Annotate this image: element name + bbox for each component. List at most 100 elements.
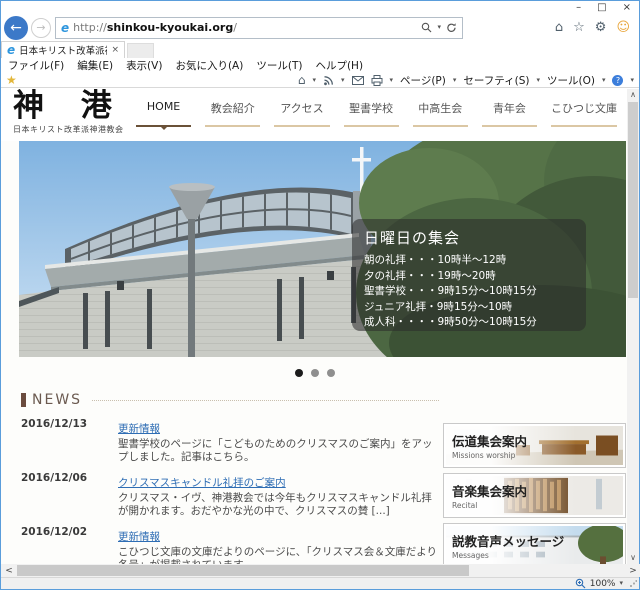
carousel-dot-3[interactable]: [327, 369, 335, 377]
scroll-down-icon[interactable]: ∨: [630, 552, 636, 564]
tools-dropdown-icon: ▾: [602, 77, 606, 84]
news-date: 2016/12/13: [21, 417, 118, 464]
feeds-icon[interactable]: [323, 75, 334, 86]
banner-title: 音楽集会案内: [452, 481, 576, 500]
tab-title: 日本キリスト改革派神港教会: [19, 43, 107, 57]
favorites-star-icon[interactable]: ☆: [573, 20, 585, 35]
banner-missions-worship[interactable]: 伝道集会案内 Missions worship: [443, 423, 626, 468]
minimize-icon[interactable]: –: [576, 1, 581, 14]
news-item: 2016/12/02 更新情報 こひつじ文庫の文庫だよりのページに、「クリスマス…: [21, 525, 439, 564]
site-header: 神 港 日本キリスト改革派神港教会 HOME 教会紹介 アクセス 聖書学校 中高…: [1, 89, 628, 141]
home-dropdown-icon[interactable]: ▾: [312, 77, 316, 84]
title-bar: – □ ×: [1, 1, 639, 14]
nav-bible-school[interactable]: 聖書学校: [344, 100, 399, 127]
scroll-right-icon[interactable]: >: [625, 566, 640, 576]
forward-button[interactable]: →: [31, 18, 51, 38]
horizontal-scroll-thumb[interactable]: [17, 565, 469, 576]
gear-icon[interactable]: ⚙: [595, 20, 607, 35]
safety-dropdown-icon: ▾: [536, 77, 540, 84]
banner-subtitle: Missions worship: [452, 451, 576, 460]
news-date: 2016/12/06: [21, 471, 118, 518]
banner-music-recital[interactable]: 音楽集会案内 Recital: [443, 473, 626, 518]
news-link[interactable]: 更新情報: [118, 531, 160, 543]
horizontal-scrollbar[interactable]: < >: [1, 564, 640, 577]
banner-sermon-audio[interactable]: 説教音声メッセージ Messages: [443, 523, 626, 564]
search-dropdown-icon[interactable]: ▾: [437, 24, 441, 31]
tab-favicon-icon: e: [7, 43, 15, 57]
news-link[interactable]: 更新情報: [118, 423, 160, 435]
new-tab-button[interactable]: [127, 43, 154, 58]
zoom-level[interactable]: 100%: [590, 579, 616, 589]
close-icon[interactable]: ×: [623, 1, 631, 14]
nav-access[interactable]: アクセス: [274, 100, 329, 127]
maximize-icon[interactable]: □: [597, 1, 606, 14]
menu-tools[interactable]: ツール(T): [256, 58, 302, 73]
carousel-dot-2[interactable]: [311, 369, 319, 377]
tab-row: e 日本キリスト改革派神港教会 ×: [1, 41, 639, 58]
zoom-dropdown-icon[interactable]: ▾: [619, 580, 623, 587]
feedback-smiley-icon[interactable]: ☺: [616, 20, 630, 35]
site-logo: 神 港: [13, 90, 125, 123]
add-favorite-star-icon[interactable]: ★: [6, 74, 17, 86]
site-logo-subtitle: 日本キリスト改革派神港教会: [13, 124, 125, 135]
help-dropdown-icon: ▾: [630, 77, 634, 84]
command-bar: ★ ⌂ ▾ ▾ ▾ ページ(P) ▾ セーフティ(S) ▾ ツール(O) ▾ ? ▾: [1, 73, 639, 88]
service-time-evening: 夕の礼拝・・・19時～20時: [364, 269, 574, 285]
site-nav: HOME 教会紹介 アクセス 聖書学校 中高生会 青年会 こひつじ文庫: [129, 100, 624, 127]
vertical-scroll-thumb[interactable]: [628, 102, 638, 298]
carousel-dots: [1, 369, 628, 377]
nav-youth-jhs[interactable]: 中高生会: [413, 100, 468, 127]
help-icon[interactable]: ?: [612, 75, 623, 86]
refresh-icon[interactable]: [446, 22, 457, 33]
scroll-up-icon[interactable]: ∧: [630, 89, 636, 101]
news-divider: [92, 400, 439, 401]
menu-help[interactable]: ヘルプ(H): [315, 58, 363, 73]
safety-menu-button[interactable]: セーフティ(S): [463, 73, 529, 88]
home-page-icon[interactable]: ⌂: [298, 74, 306, 86]
page-dropdown-icon: ▾: [453, 77, 457, 84]
url-text: http://shinkou-kyoukai.org/: [73, 21, 237, 34]
sunday-service-overlay: 日曜日の集会 朝の礼拝・・・10時半～12時 夕の礼拝・・・19時～20時 聖書…: [352, 219, 586, 331]
page-menu-button[interactable]: ページ(P): [400, 73, 446, 88]
ie-favicon-icon: e: [61, 21, 69, 35]
nav-church-intro[interactable]: 教会紹介: [205, 100, 260, 127]
news-section: NEWS 2016/12/13 更新情報 聖書学校のページに「こどものためのクリ…: [21, 392, 439, 564]
news-item: 2016/12/06 クリスマスキャンドル礼拝のご案内 クリスマス・イヴ、神港教…: [21, 471, 439, 518]
resize-grip[interactable]: [630, 580, 637, 587]
forward-arrow-icon: →: [36, 21, 45, 34]
menu-file[interactable]: ファイル(F): [8, 58, 64, 73]
back-button[interactable]: ←: [4, 16, 28, 40]
menu-edit[interactable]: 編集(E): [77, 58, 113, 73]
address-bar[interactable]: e http://shinkou-kyoukai.org/ ▾: [55, 17, 463, 39]
nav-young-adults[interactable]: 青年会: [482, 100, 537, 127]
scroll-left-icon[interactable]: <: [1, 566, 17, 576]
service-time-junior: ジュニア礼拝・9時15分～10時: [364, 300, 574, 316]
service-time-bible-school: 聖書学校・・・9時15分～10時15分: [364, 284, 574, 300]
search-icon[interactable]: [421, 22, 432, 33]
menu-view[interactable]: 表示(V): [126, 58, 162, 73]
tools-menu-button[interactable]: ツール(O): [547, 73, 595, 88]
site-logo-link[interactable]: 神 港 日本キリスト改革派神港教会: [13, 90, 125, 135]
nav-kohitsuji-bunko[interactable]: こひつじ文庫: [551, 100, 617, 127]
address-row: ← → e http://shinkou-kyoukai.org/ ▾ ⌂ ☆ …: [1, 14, 639, 41]
service-time-morning: 朝の礼拝・・・10時半～12時: [364, 253, 574, 269]
carousel-dot-1[interactable]: [295, 369, 303, 377]
news-date: 2016/12/02: [21, 525, 118, 564]
tab-shinko-church[interactable]: e 日本キリスト改革派神港教会 ×: [1, 41, 125, 58]
zoom-icon: [575, 578, 586, 589]
home-icon[interactable]: ⌂: [555, 20, 563, 35]
tab-close-icon[interactable]: ×: [111, 45, 119, 55]
nav-home[interactable]: HOME: [136, 100, 191, 127]
back-arrow-icon: ←: [10, 20, 22, 36]
news-link[interactable]: クリスマスキャンドル礼拝のご案内: [118, 477, 286, 489]
vertical-scrollbar[interactable]: ∧ ∨: [627, 89, 639, 564]
print-icon[interactable]: [371, 75, 383, 86]
banner-title: 説教音声メッセージ: [452, 531, 576, 550]
news-item: 2016/12/13 更新情報 聖書学校のページに「こどものためのクリスマスのご…: [21, 417, 439, 464]
print-dropdown-icon[interactable]: ▾: [390, 77, 394, 84]
feeds-dropdown-icon[interactable]: ▾: [341, 77, 345, 84]
news-accent-bar: [21, 393, 26, 407]
mail-icon[interactable]: [352, 76, 364, 85]
news-body: クリスマス・イヴ、神港教会では今年もクリスマスキャンドル礼拝が開かれます。おだや…: [118, 492, 439, 518]
menu-favorites[interactable]: お気に入り(A): [175, 58, 243, 73]
